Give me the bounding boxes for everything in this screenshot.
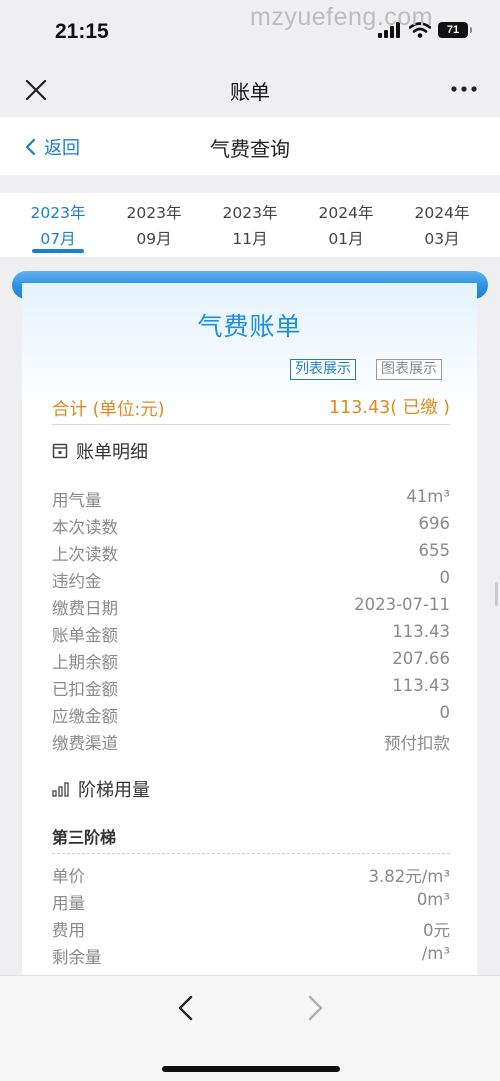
row-label: 剩余量 xyxy=(52,948,102,967)
tier-row-cost: 费用 0元 xyxy=(52,917,450,944)
detail-row-deducted-amount: 已扣金额 113.43 xyxy=(52,676,450,703)
detail-row-bill-amount: 账单金额 113.43 xyxy=(52,622,450,649)
more-options-icon[interactable] xyxy=(450,78,478,100)
row-value: 预付扣款 xyxy=(384,734,450,753)
detail-row-previous-reading: 上次读数 655 xyxy=(52,541,450,568)
battery-icon: 71 xyxy=(438,22,472,38)
battery-level: 71 xyxy=(446,24,460,36)
home-indicator xyxy=(162,1066,340,1072)
tab-2023-09[interactable]: 2023年 09月 xyxy=(104,200,204,252)
row-value: 696 xyxy=(418,514,451,533)
row-label: 已扣金额 xyxy=(52,680,118,699)
row-label: 用气量 xyxy=(52,491,102,510)
tier-3-title: 第三阶梯 xyxy=(52,824,450,854)
row-label: 上次读数 xyxy=(52,545,118,564)
list-view-button[interactable]: 列表展示 xyxy=(290,359,356,380)
tab-year: 2023年 xyxy=(222,204,278,222)
row-label: 费用 xyxy=(52,921,85,940)
row-label: 缴费日期 xyxy=(52,599,118,618)
row-value: 2023-07-11 xyxy=(354,595,450,614)
tab-2023-11[interactable]: 2023年 11月 xyxy=(200,200,300,252)
row-label: 本次读数 xyxy=(52,518,118,537)
tab-2023-07[interactable]: 2023年 07月 xyxy=(8,200,108,252)
row-label: 账单金额 xyxy=(52,626,118,645)
tier-title: 阶梯用量 xyxy=(78,780,150,801)
tier-row-remaining: 剩余量 /m³ xyxy=(52,944,450,971)
detail-row-late-fee: 违约金 0 xyxy=(52,568,450,595)
row-value: 41m³ xyxy=(406,487,450,506)
tier-row-usage: 用量 0m³ xyxy=(52,890,450,917)
total-value: 113.43( 已缴 ) xyxy=(328,398,450,418)
detail-row-amount-due: 应缴金额 0 xyxy=(52,703,450,730)
row-label: 上期余额 xyxy=(52,653,118,672)
bill-detail-icon xyxy=(52,443,68,459)
page-title: 气费查询 xyxy=(210,137,290,161)
tab-month: 03月 xyxy=(424,230,460,248)
details-title: 账单明细 xyxy=(76,442,148,463)
tier-row-unit-price: 单价 3.82元/m³ xyxy=(52,863,450,890)
active-tab-indicator xyxy=(32,249,84,253)
tab-month: 11月 xyxy=(232,230,268,248)
detail-row-payment-date: 缴费日期 2023-07-11 xyxy=(52,595,450,622)
page-header: 返回 气费查询 xyxy=(0,117,500,175)
chevron-right-icon[interactable] xyxy=(303,994,327,1022)
row-label: 缴费渠道 xyxy=(52,734,118,753)
bill-title: 气费账单 xyxy=(197,312,302,341)
row-value: 655 xyxy=(418,541,451,560)
row-value: 0 xyxy=(439,703,451,722)
detail-row-gas-usage: 用气量 41m³ xyxy=(52,487,450,514)
tab-month: 09月 xyxy=(136,230,172,248)
total-label: 合计 (单位:元) xyxy=(52,400,165,420)
row-value: 0元 xyxy=(423,921,450,940)
detail-row-payment-channel: 缴费渠道 预付扣款 xyxy=(52,730,450,757)
bar-chart-icon xyxy=(52,782,69,797)
tab-year: 2023年 xyxy=(126,204,182,222)
tab-year: 2024年 xyxy=(318,204,374,222)
row-label: 单价 xyxy=(52,867,85,886)
tier-section-title: 阶梯用量 xyxy=(52,776,150,802)
chart-view-button[interactable]: 图表展示 xyxy=(376,359,442,380)
nav-bar: 账单 xyxy=(0,62,500,117)
row-value: 113.43 xyxy=(392,622,450,641)
detail-row-previous-balance: 上期余额 207.66 xyxy=(52,649,450,676)
row-value: 3.82元/m³ xyxy=(368,867,451,886)
total-row: 合计 (单位:元) 113.43( 已缴 ) xyxy=(52,393,450,425)
tab-year: 2024年 xyxy=(414,204,470,222)
browser-toolbar xyxy=(0,975,500,1081)
row-value: /m³ xyxy=(421,944,450,963)
bill-card: 气费账单 列表展示 图表展示 合计 (单位:元) 113.43( 已缴 ) 账单… xyxy=(22,283,477,975)
scroll-indicator[interactable] xyxy=(495,582,498,606)
detail-row-current-reading: 本次读数 696 xyxy=(52,514,450,541)
row-value: 113.43 xyxy=(392,676,450,695)
row-value: 0 xyxy=(439,568,451,587)
row-value: 0m³ xyxy=(416,890,450,909)
row-label: 用量 xyxy=(52,894,85,913)
row-label: 应缴金额 xyxy=(52,707,118,726)
row-value: 207.66 xyxy=(392,649,450,668)
nav-title: 账单 xyxy=(230,80,270,104)
month-tabs: 2023年 07月 2023年 09月 2023年 11月 2024年 01月 … xyxy=(0,193,500,257)
chevron-left-icon[interactable] xyxy=(174,994,198,1022)
tab-2024-03[interactable]: 2024年 03月 xyxy=(392,200,492,252)
row-label: 违约金 xyxy=(52,572,102,591)
tab-year: 2023年 xyxy=(30,204,86,222)
status-time: 21:15 xyxy=(55,20,109,43)
tab-month: 01月 xyxy=(328,230,364,248)
watermark: mzyuefeng.com xyxy=(250,3,433,31)
tab-2024-01[interactable]: 2024年 01月 xyxy=(296,200,396,252)
details-section-title: 账单明细 xyxy=(52,438,148,464)
